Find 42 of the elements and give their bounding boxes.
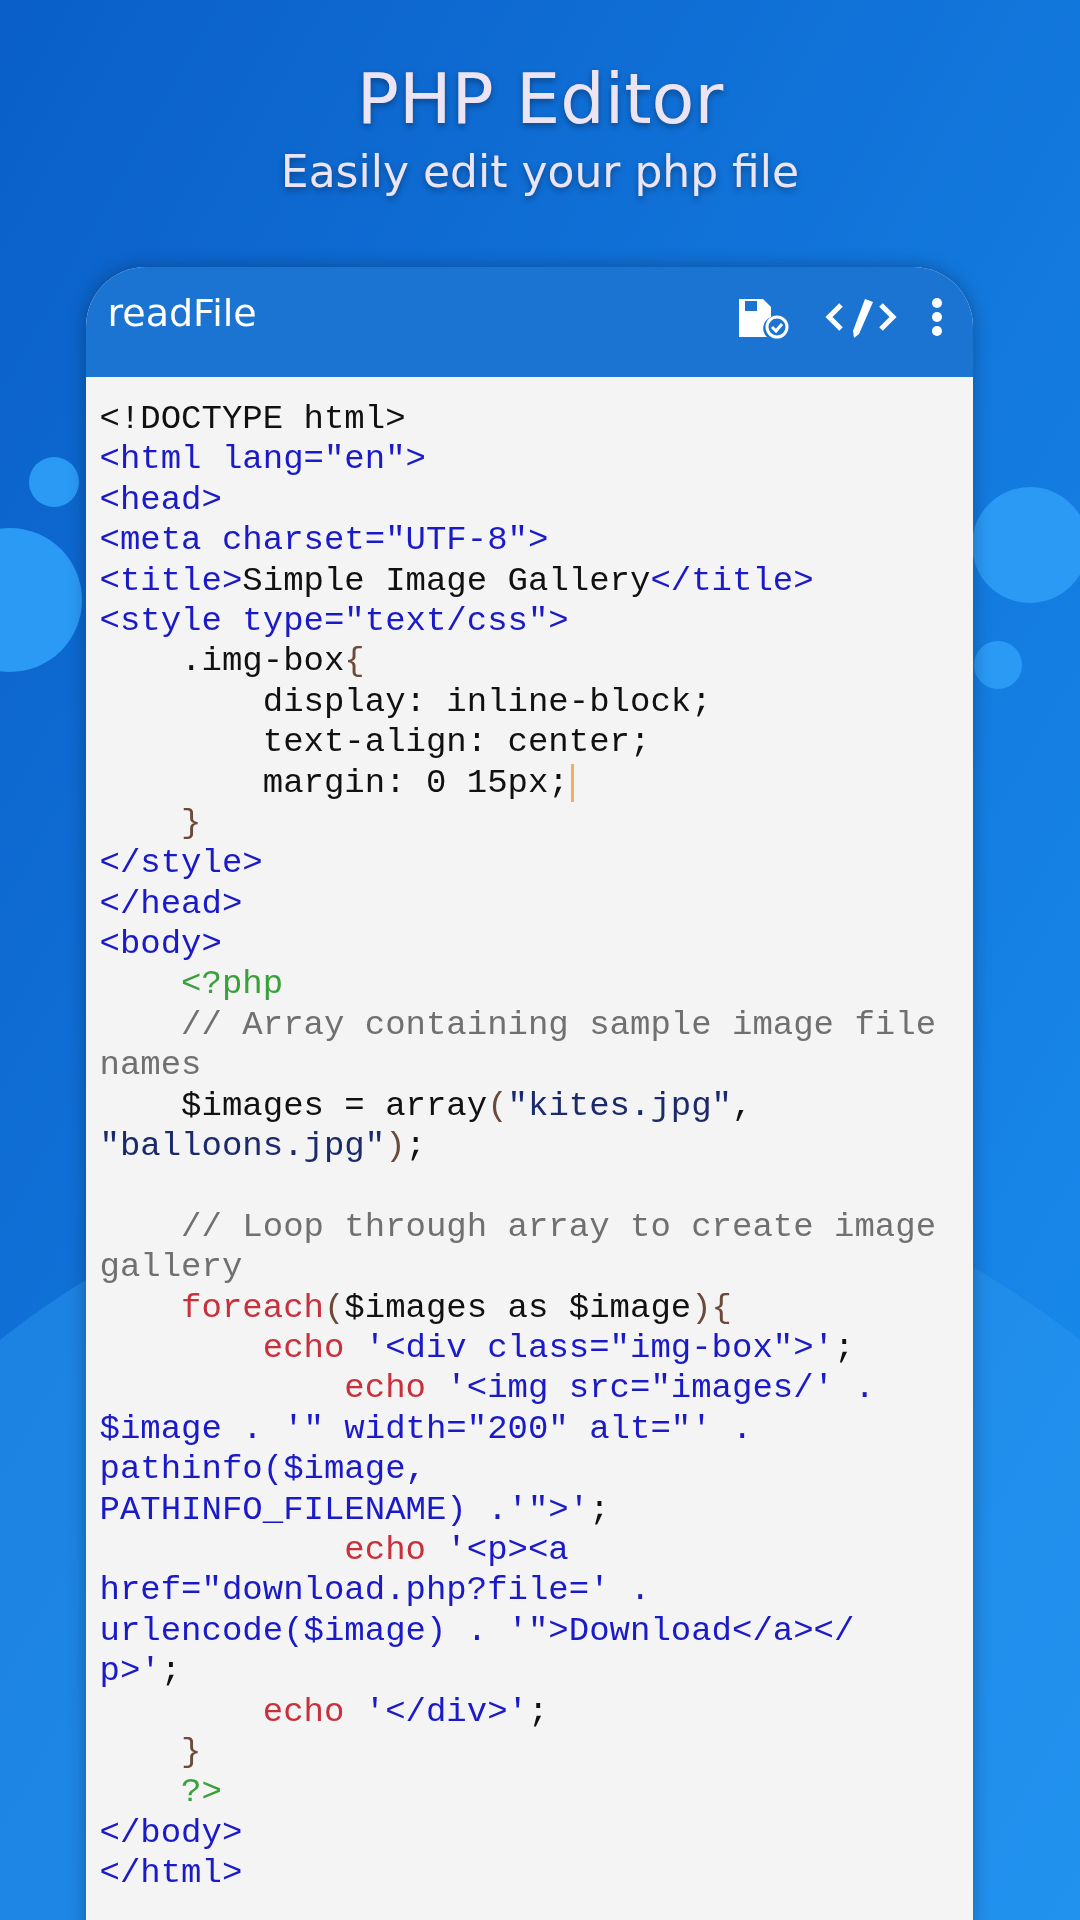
code-line: <html lang="en"> <box>99 439 427 480</box>
code-line: echo '<img src="images/' . <box>343 1368 876 1409</box>
code-line: } <box>180 802 203 844</box>
code-line: names <box>99 1045 203 1086</box>
code-line: <body> <box>99 924 223 965</box>
code-line: href="download.php?file=' . <box>99 1570 652 1611</box>
code-line: ?> <box>180 1772 223 1813</box>
code-line: <meta charset="UTF-8"> <box>99 520 550 561</box>
code-line: $images = array("kites.jpg", <box>180 1085 754 1127</box>
code-line: <title>Simple Image Gallery</title> <box>99 560 815 601</box>
file-title: readFile <box>107 291 258 335</box>
code-line: urlencode($image) . '">Download</a></ <box>99 1610 856 1652</box>
code-line: </style> <box>99 843 264 884</box>
code-line: $image . '" width="200" alt="' . <box>99 1408 754 1450</box>
code-line: </head> <box>99 883 244 925</box>
banner-title: PHP Editor <box>356 58 724 140</box>
code-line: gallery <box>99 1247 244 1288</box>
code-line: // Loop through array to create image <box>180 1206 938 1248</box>
code-line: // Array containing sample image file <box>180 1004 938 1046</box>
code-line: pathinfo($image, <box>99 1449 427 1490</box>
code-line: } <box>180 1731 203 1773</box>
code-line: echo '<div class="img-box">'; <box>261 1328 856 1369</box>
code-line: margin: 0 15px; <box>99 762 973 803</box>
banner-subtitle: Easily edit your php file <box>280 146 800 197</box>
bubble <box>29 457 79 507</box>
bubble <box>974 641 1022 689</box>
code-line: .img-box{ <box>180 641 366 682</box>
code-line: <style type="text/css"> <box>99 600 570 642</box>
code-line: <head> <box>99 479 223 521</box>
code-line: foreach($images as $image){ <box>180 1287 733 1328</box>
code-line: PATHINFO_FILENAME) .'">'; <box>99 1489 611 1530</box>
code-line: echo '<p><a <box>343 1529 570 1571</box>
code-line: "balloons.jpg"); <box>99 1126 427 1167</box>
code-line: p>'; <box>99 1651 183 1692</box>
more-icon[interactable] <box>930 295 943 339</box>
code-line: echo '</div>'; <box>261 1691 550 1732</box>
code-line: <?php <box>180 964 285 1005</box>
code-line: display: inline-block; <box>261 681 713 723</box>
code-line: <!DOCTYPE html> <box>99 399 407 440</box>
code-line: text-align: center; <box>261 722 652 763</box>
code-line: </html> <box>99 1853 244 1894</box>
code-line: </body> <box>99 1812 244 1854</box>
